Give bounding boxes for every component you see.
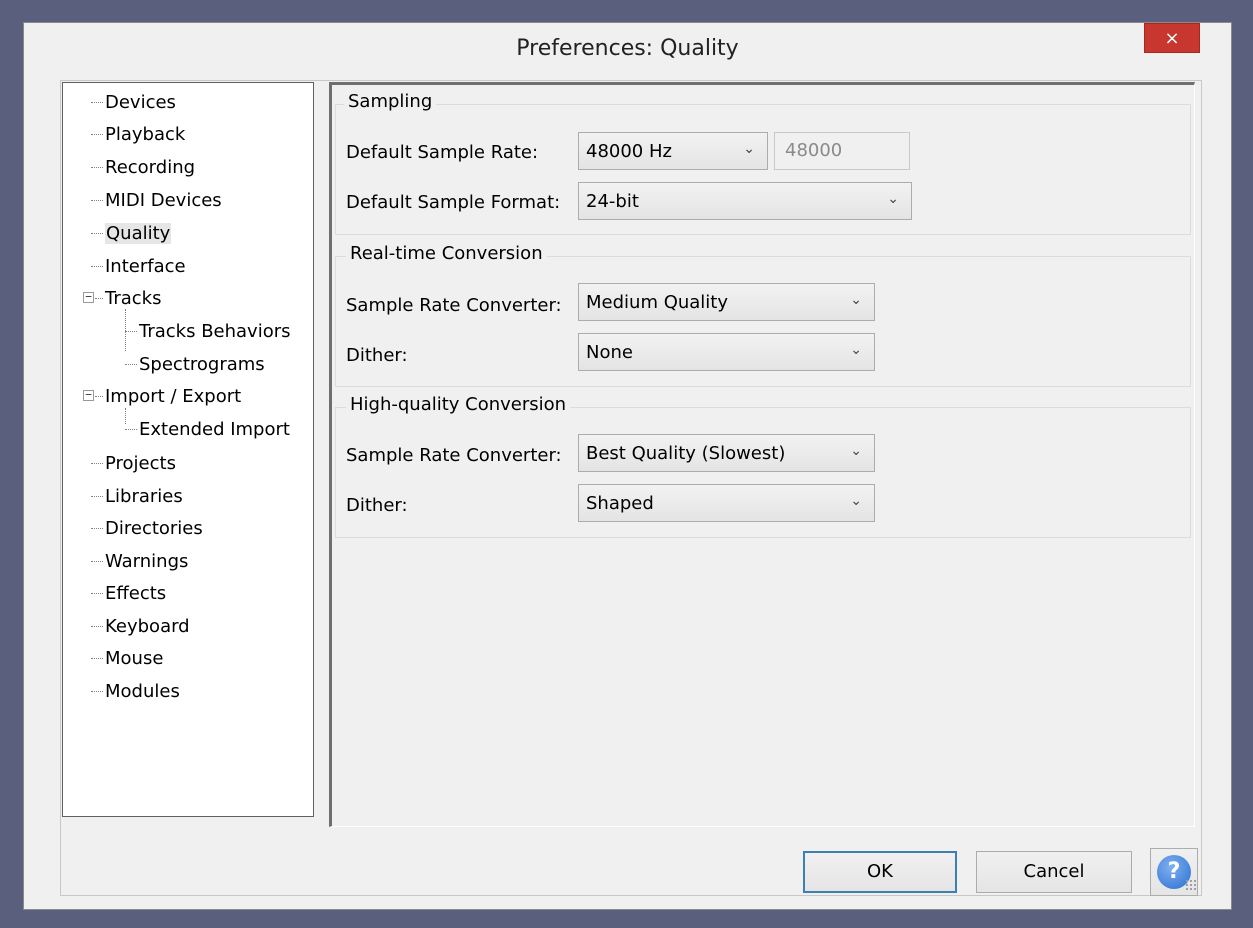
highquality-dither-value: Shaped [586,493,654,514]
highquality-dither-label: Dither: [346,495,408,516]
tree-item-import-export[interactable]: Import / Export [95,383,241,411]
tree-item-extended-import[interactable]: Extended Import [125,416,290,444]
window-title: Preferences: Quality [516,36,739,61]
highquality-converter-select[interactable]: Best Quality (Slowest) ⌄ [578,434,875,472]
tree-item-modules[interactable]: Modules [91,678,180,706]
collapse-import-export-icon[interactable]: − [83,389,94,401]
tree-item-interface[interactable]: Interface [91,253,186,281]
default-sample-format-label: Default Sample Format: [346,192,561,213]
tree-item-tracks[interactable]: Tracks [95,285,161,313]
sample-format-select[interactable]: 24-bit ⌄ [578,182,912,220]
highquality-converter-value: Best Quality (Slowest) [586,443,786,464]
chevron-down-icon: ⌄ [850,292,862,308]
realtime-conversion-title: Real-time Conversion [346,243,547,264]
default-sample-rate-label: Default Sample Rate: [346,142,539,163]
realtime-dither-select[interactable]: None ⌄ [578,333,875,371]
dialog-body: Devices Playback Recording MIDI Devices … [60,80,1202,896]
chevron-down-icon: ⌄ [850,493,862,509]
realtime-converter-label: Sample Rate Converter: [346,295,562,316]
tree-item-tracks-behaviors[interactable]: Tracks Behaviors [125,318,291,346]
tree-item-spectrograms[interactable]: Spectrograms [125,351,265,379]
title-bar: Preferences: Quality × [24,23,1231,79]
tree-item-projects[interactable]: Projects [91,450,176,478]
tree-item-midi-devices[interactable]: MIDI Devices [91,187,222,215]
preferences-tree[interactable]: Devices Playback Recording MIDI Devices … [62,82,314,817]
resize-grip[interactable] [1185,879,1197,891]
ok-button[interactable]: OK [803,851,957,893]
tree-item-devices[interactable]: Devices [91,89,176,117]
sample-rate-value: 48000 Hz [586,141,672,162]
tree-item-quality[interactable]: Quality [91,220,172,248]
tree-item-directories[interactable]: Directories [91,515,203,543]
chevron-down-icon: ⌄ [743,141,755,157]
tree-item-libraries[interactable]: Libraries [91,483,183,511]
quality-settings-panel: Sampling Default Sample Rate: 48000 Hz ⌄… [329,82,1195,827]
close-icon: × [1164,28,1180,49]
tree-item-effects[interactable]: Effects [91,580,166,608]
realtime-dither-value: None [586,342,633,363]
cancel-button[interactable]: Cancel [976,851,1132,893]
highquality-dither-select[interactable]: Shaped ⌄ [578,484,875,522]
tree-item-mouse[interactable]: Mouse [91,645,163,673]
tree-item-warnings[interactable]: Warnings [91,548,188,576]
tree-item-keyboard[interactable]: Keyboard [91,613,190,641]
highquality-converter-label: Sample Rate Converter: [346,445,562,466]
chevron-down-icon: ⌄ [850,443,862,459]
realtime-dither-label: Dither: [346,345,408,366]
sample-rate-select[interactable]: 48000 Hz ⌄ [578,132,768,170]
sampling-group-title: Sampling [344,91,437,112]
collapse-tracks-icon[interactable]: − [83,291,94,303]
close-button[interactable]: × [1144,23,1200,53]
chevron-down-icon: ⌄ [850,342,862,358]
preferences-window: Preferences: Quality × Devices Playback … [23,22,1232,910]
tree-item-playback[interactable]: Playback [91,121,185,149]
realtime-converter-value: Medium Quality [586,292,729,313]
highquality-conversion-title: High-quality Conversion [346,394,571,415]
chevron-down-icon: ⌄ [887,191,899,207]
sample-rate-text-field[interactable]: 48000 [774,132,910,170]
sample-format-value: 24-bit [586,191,639,212]
tree-item-recording[interactable]: Recording [91,154,195,182]
realtime-converter-select[interactable]: Medium Quality ⌄ [578,283,875,321]
